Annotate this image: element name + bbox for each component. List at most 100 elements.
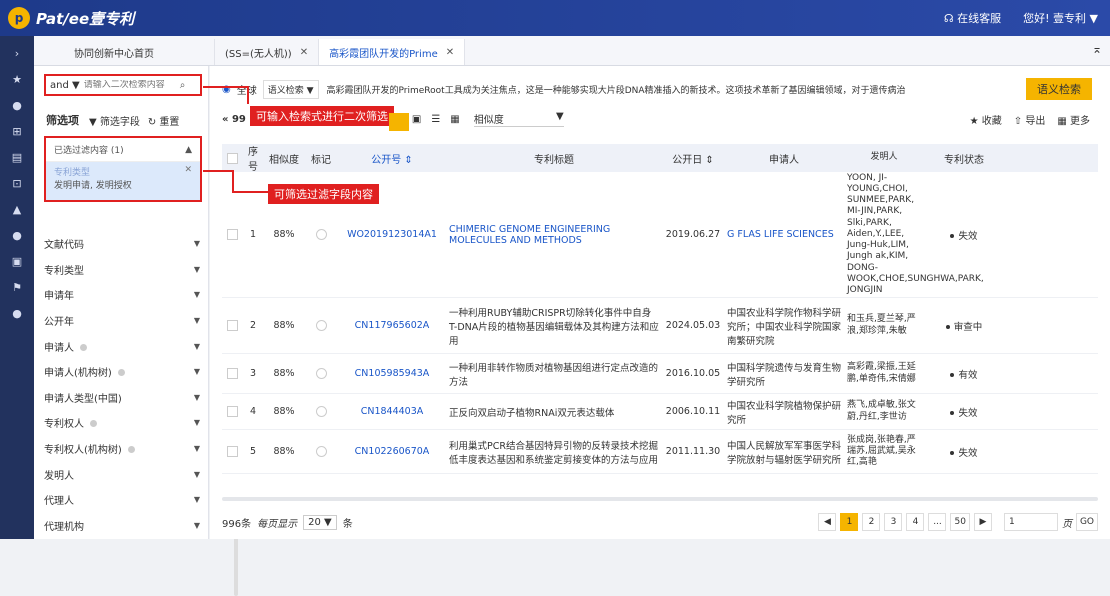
table-row[interactable]: 4 88% CN1844403A 正反向双启动子植物RNAi双元表达载体 2006.10… [222,394,1098,430]
goto-page-input[interactable]: 1 [1003,513,1058,531]
left-nav-icon[interactable]: ▲ [0,196,34,222]
filter-item[interactable]: 公开年 ▼ [44,308,202,334]
left-nav-icon[interactable]: ● [0,92,34,118]
reset-button[interactable]: ↻ 重置 [148,113,180,128]
close-icon[interactable]: ✕ [300,47,308,58]
page-button[interactable]: 3 [884,513,903,531]
table-hscrollbar[interactable] [222,497,1098,501]
row-checkbox[interactable] [222,446,242,457]
left-nav-icon[interactable]: ★ [0,66,34,92]
info-icon[interactable] [90,420,97,428]
search-type-select[interactable]: 语义检索 ▼ [262,79,319,99]
info-icon[interactable] [80,343,87,351]
filter-item[interactable]: 申请人类型(中国) ▼ [44,385,202,411]
page-button[interactable]: 2 [862,513,881,531]
publication-number-link[interactable]: CN102260670A [338,446,446,457]
page-button[interactable]: ◀ [818,513,837,531]
publication-number-link[interactable]: WO2019123014A1 [338,229,446,240]
mark-icon[interactable] [315,406,327,417]
page-button[interactable]: 4 [906,513,925,531]
column-header[interactable]: 公开号 ⇕ [338,151,446,166]
semantic-search-button[interactable]: 语义检索 [1026,78,1092,100]
row-checkbox[interactable] [222,229,242,240]
checkbox[interactable] [226,446,238,457]
column-header[interactable]: 申请人 [724,151,844,166]
prev-nav[interactable]: « 99 [222,114,246,125]
column-header[interactable]: 相似度 [264,151,304,166]
query-text[interactable]: 高彩霞团队开发的PrimeRoot工具成为关注焦点，这是一种能够实现大片段DNA… [327,83,1017,96]
filter-item[interactable]: 申请年 ▼ [44,282,202,308]
column-header[interactable]: 发明人 [844,152,924,163]
left-nav-icon[interactable]: ⊞ [0,118,34,144]
mark-icon[interactable] [315,320,327,331]
checkbox[interactable] [226,368,238,379]
close-icon[interactable]: ✕ [446,47,454,58]
left-nav-icon[interactable]: ⚑ [0,274,34,300]
table-row[interactable]: 3 88% CN105985943A 一种利用非转作物质对植物基因组进行定点改造的方法… [222,354,1098,394]
user-menu[interactable]: 您好! 壹专利 ▼ [1023,10,1098,26]
export-button[interactable]: ⇧ 导出 [1014,112,1046,127]
search-mode-select[interactable]: and ▼ [50,80,80,91]
page-button[interactable]: 50 [950,513,970,531]
left-nav-icon[interactable]: ▣ [0,248,34,274]
left-nav-icon[interactable]: ● [0,222,34,248]
more-button[interactable]: ▦ 更多 [1057,112,1090,127]
column-header[interactable]: 专利标题 [446,151,662,166]
remove-filter-icon[interactable]: ✕ [184,165,192,175]
per-page-select[interactable]: 20 ▼ [303,514,337,530]
filtered-content-header[interactable]: 已选过滤内容 (1) ▲ [46,138,200,162]
page-button[interactable]: ... [928,513,947,531]
column-header[interactable]: 序号 [242,143,264,173]
filter-item[interactable]: 申请人 ▼ [44,333,202,359]
filter-item[interactable]: 文献代码 ▼ [44,231,202,257]
left-nav-icon[interactable]: ▤ [0,144,34,170]
secondary-search-input[interactable] [83,80,180,90]
select-all-checkbox[interactable] [222,152,242,164]
publication-number-link[interactable]: CN117965602A [338,320,446,331]
mark-icon[interactable] [315,229,327,240]
image-view-icon[interactable]: ▣ [412,114,421,125]
mark-icon[interactable] [315,368,327,379]
filter-item[interactable]: 专利权人 ▼ [44,410,202,436]
filter-item[interactable]: 专利类型 ▼ [44,257,202,283]
online-support-link[interactable]: ☊ 在线客服 [944,10,1001,26]
grid-view-icon[interactable]: ▦ [450,114,459,125]
row-checkbox[interactable] [222,320,242,331]
column-header[interactable]: 专利状态 [924,151,1004,166]
filter-field-button[interactable]: ▼ 筛选字段 [89,113,140,128]
info-icon[interactable] [117,369,125,377]
checkbox[interactable] [226,320,238,331]
sort-select[interactable]: 相似度 ▼ [473,111,564,127]
patent-title[interactable]: CHIMERIC GENOME ENGINEERING MOLECULES AN… [446,224,662,246]
tab-item[interactable]: (SS=(无人机)) ✕ [215,39,320,65]
publication-number-link[interactable]: CN105985943A [338,368,446,379]
tab-item[interactable]: 高彩霞团队开发的Prime ✕ [319,39,466,65]
filter-item[interactable]: 代理人 ▼ [44,487,202,513]
filter-item[interactable]: 发明人 ▼ [44,461,202,487]
applicant[interactable]: G FLAS LIFE SCIENCES [724,229,844,240]
collapse-icon[interactable]: ⌅ [1092,42,1102,56]
favorite-button[interactable]: ★ 收藏 [970,112,1002,127]
filter-item[interactable]: 专利权人(机构树) ▼ [44,436,202,462]
logo[interactable]: p Pat/ee壹专利 [8,7,134,29]
filter-item[interactable]: 申请人(机构树) ▼ [44,359,202,385]
left-nav-icon[interactable]: ● [0,300,34,326]
left-nav-icon[interactable]: ⊡ [0,170,34,196]
mark-icon[interactable] [315,446,327,457]
checkbox[interactable] [226,229,238,240]
column-header[interactable]: 标记 [304,151,338,166]
filter-item[interactable]: 代理机构 ▼ [44,513,202,539]
row-checkbox[interactable] [222,368,242,379]
tab-item[interactable]: 协同创新中心首页 [64,39,215,65]
info-icon[interactable] [127,446,135,454]
page-button[interactable]: ▶ [973,513,992,531]
column-header[interactable]: 公开日 ⇕ [662,151,724,166]
table-row[interactable]: 5 88% CN102260670A 利用巢式PCR结合基因特异引物的反转录技术挖掘低… [222,430,1098,474]
left-nav-icon[interactable]: › [0,40,34,66]
page-button[interactable]: 1 [840,513,859,531]
search-icon[interactable]: ⌕ [180,80,186,91]
checkbox[interactable] [226,152,238,164]
checkbox[interactable] [226,406,238,417]
table-row[interactable]: 2 88% CN117965602A 一种利用RUBY辅助CRISPR切除转化事件中自… [222,298,1098,354]
publication-number-link[interactable]: CN1844403A [338,406,446,417]
